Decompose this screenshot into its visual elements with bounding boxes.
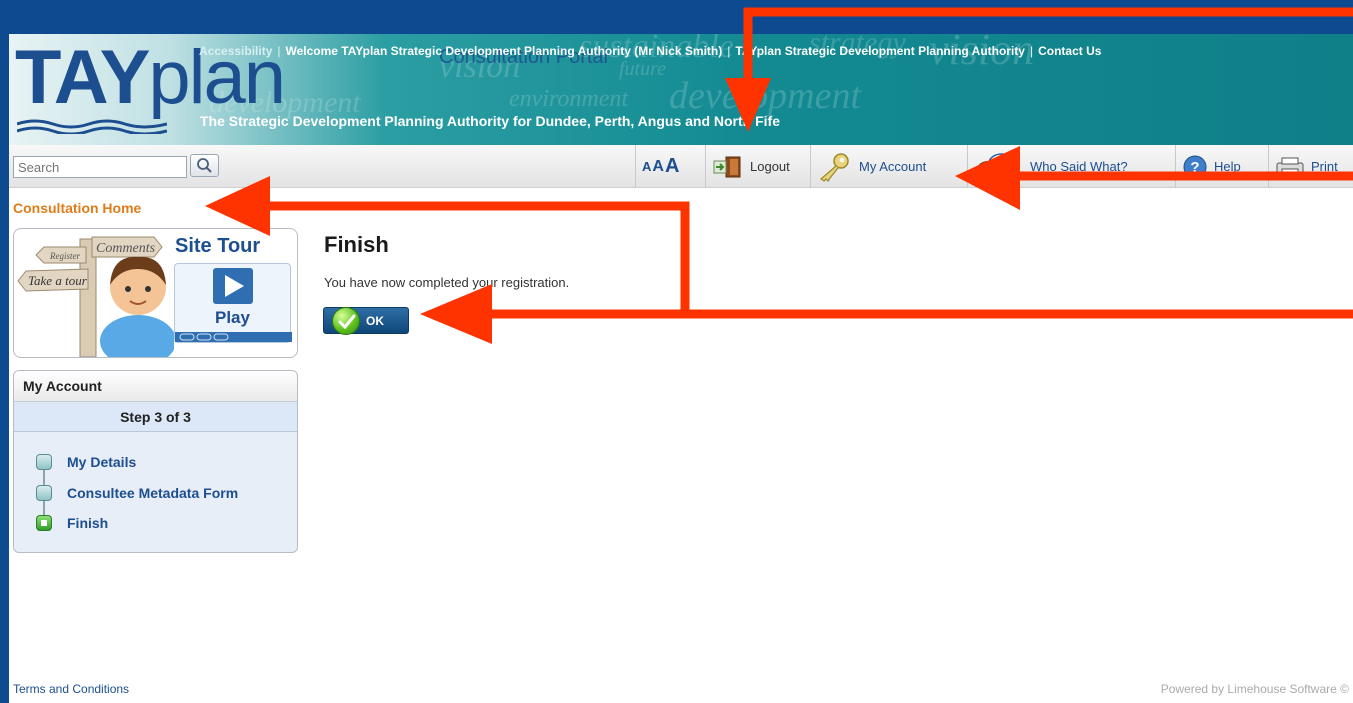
sign-take-tour: Take a tour [28,273,88,288]
accessibility-link[interactable]: Accessibility [199,44,272,58]
portal-page: sustainable strategy vision vision futur… [9,34,1353,703]
print-button[interactable]: Print [1268,145,1344,188]
help-button[interactable]: ? Help [1175,145,1247,188]
sign-register: Register [49,251,80,261]
key-icon [820,152,849,182]
my-account-label: My Account [859,159,927,174]
step-finish[interactable]: Finish [36,512,108,534]
ok-label: OK [366,313,384,328]
logout-label: Logout [750,159,790,174]
my-account-button[interactable]: My Account [810,145,932,188]
step-indicator: Step 3 of 3 [14,402,297,432]
text-size-medium[interactable]: A [652,158,664,176]
step-label: Consultee Metadata Form [67,485,239,501]
ok-button[interactable]: OK [323,307,409,335]
step-my-details[interactable]: My Details [36,451,136,473]
watermark-text: development [669,75,862,117]
site-tour-panel[interactable]: Register Comments Take a tour Site Tour … [13,228,298,358]
search-button[interactable] [190,154,219,177]
powered-by-text: Powered by Limehouse Software © [1160,682,1349,696]
sign-comments: Comments [96,241,156,256]
checkmark-icon [332,307,360,335]
top-links: Accessibility | Welcome TAYplan Strategic … [199,44,1102,58]
completion-message: You have now completed your registration… [324,275,570,290]
my-account-panel: My Account Step 3 of 3 My Details Consul… [13,370,298,553]
tagline: The Strategic Development Planning Autho… [200,113,781,129]
play-label: Play [215,308,250,327]
help-icon: ? [1183,155,1207,178]
logo-waves-icon [17,119,167,134]
my-account-panel-title: My Account [14,371,297,402]
who-said-what-label: Who Said What? [1030,159,1128,174]
play-icon [213,268,253,304]
breadcrumb-consultation-home[interactable]: Consultation Home [13,200,141,216]
printer-icon [1276,157,1304,176]
site-tour-title: Site Tour [175,235,261,257]
header-banner: sustainable strategy vision vision futur… [9,34,1353,145]
logo-tay: TAY [15,35,150,120]
text-size-controls: A A A [635,145,686,188]
watermark-text: future [619,58,667,80]
speech-bubbles-icon [977,152,1016,181]
svg-text:?: ? [1190,159,1199,176]
step-status-icon [36,454,52,470]
text-size-small[interactable]: A [642,159,651,174]
step-consultee-metadata-form[interactable]: Consultee Metadata Form [36,482,238,504]
authority-link[interactable]: TAYplan Strategic Development Planning A… [735,44,1025,58]
signpost-character-icon: Register Comments Take a tour [17,236,174,357]
step-label: Finish [67,515,109,531]
welcome-text: Welcome TAYplan Strategic Development Pl… [285,44,723,58]
toolbar: A A A Logout My Account [9,145,1353,188]
step-label: My Details [67,454,137,470]
help-label: Help [1214,159,1241,174]
logout-door-icon [713,156,741,177]
search-icon [197,158,212,173]
who-said-what-button[interactable]: Who Said What? [967,145,1134,188]
logout-button[interactable]: Logout [705,145,796,188]
step-status-icon [36,485,52,501]
contact-us-link[interactable]: Contact Us [1038,44,1101,58]
current-step-icon [36,515,52,531]
print-label: Print [1311,159,1338,174]
page-title: Finish [324,232,389,257]
progress-dots-icon [175,332,292,342]
text-size-large[interactable]: A [665,155,679,178]
play-button[interactable]: Play [174,263,292,343]
watermark-text: environment [509,86,629,112]
search-input[interactable] [13,156,187,178]
terms-and-conditions-link[interactable]: Terms and Conditions [13,682,129,696]
